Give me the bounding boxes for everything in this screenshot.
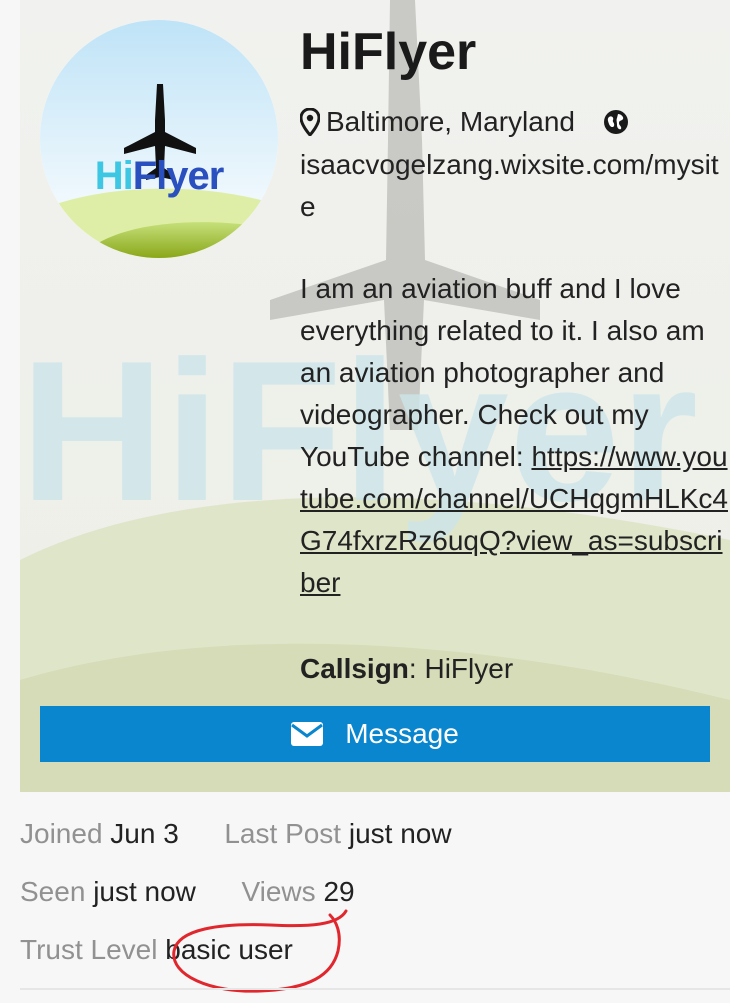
views-value: 29 xyxy=(323,876,355,907)
website-link[interactable]: isaacvogelzang.wixsite.com/mysite xyxy=(300,144,730,228)
callsign-field: Callsign: HiFlyer xyxy=(300,648,513,690)
joined-value: Jun 3 xyxy=(110,818,179,849)
last-post-label: Last Post xyxy=(224,818,342,849)
callsign-separator: : xyxy=(408,653,417,684)
location-text: Baltimore, Maryland xyxy=(326,106,575,137)
map-marker-icon xyxy=(300,108,320,136)
message-button[interactable]: Message xyxy=(40,706,710,762)
username: HiFlyer xyxy=(300,23,477,81)
stats-row-1: Joined Jun 3 Last Post just now xyxy=(20,814,452,854)
seen-label: Seen xyxy=(20,876,86,907)
avatar[interactable]: HiFlyer xyxy=(40,20,278,258)
avatar-logo-text: HiFlyer xyxy=(94,154,225,198)
globe-icon xyxy=(603,110,628,134)
profile-card: HiFlyer HiFlyer HiFlyer Baltimore, Maryl… xyxy=(20,0,730,792)
bio: I am an aviation buff and I love everyth… xyxy=(300,268,730,604)
last-post-value[interactable]: just now xyxy=(349,818,452,849)
callsign-label: Callsign xyxy=(300,653,409,684)
message-button-label: Message xyxy=(345,718,459,749)
envelope-icon xyxy=(291,722,324,746)
red-annotation-circle xyxy=(172,909,348,993)
seen-value: just now xyxy=(93,876,196,907)
location-row: Baltimore, Maryland xyxy=(300,104,629,140)
divider xyxy=(20,988,730,990)
joined-label: Joined xyxy=(20,818,103,849)
trust-level-label: Trust Level xyxy=(20,934,158,965)
views-label: Views xyxy=(241,876,316,907)
callsign-value: HiFlyer xyxy=(424,653,514,684)
